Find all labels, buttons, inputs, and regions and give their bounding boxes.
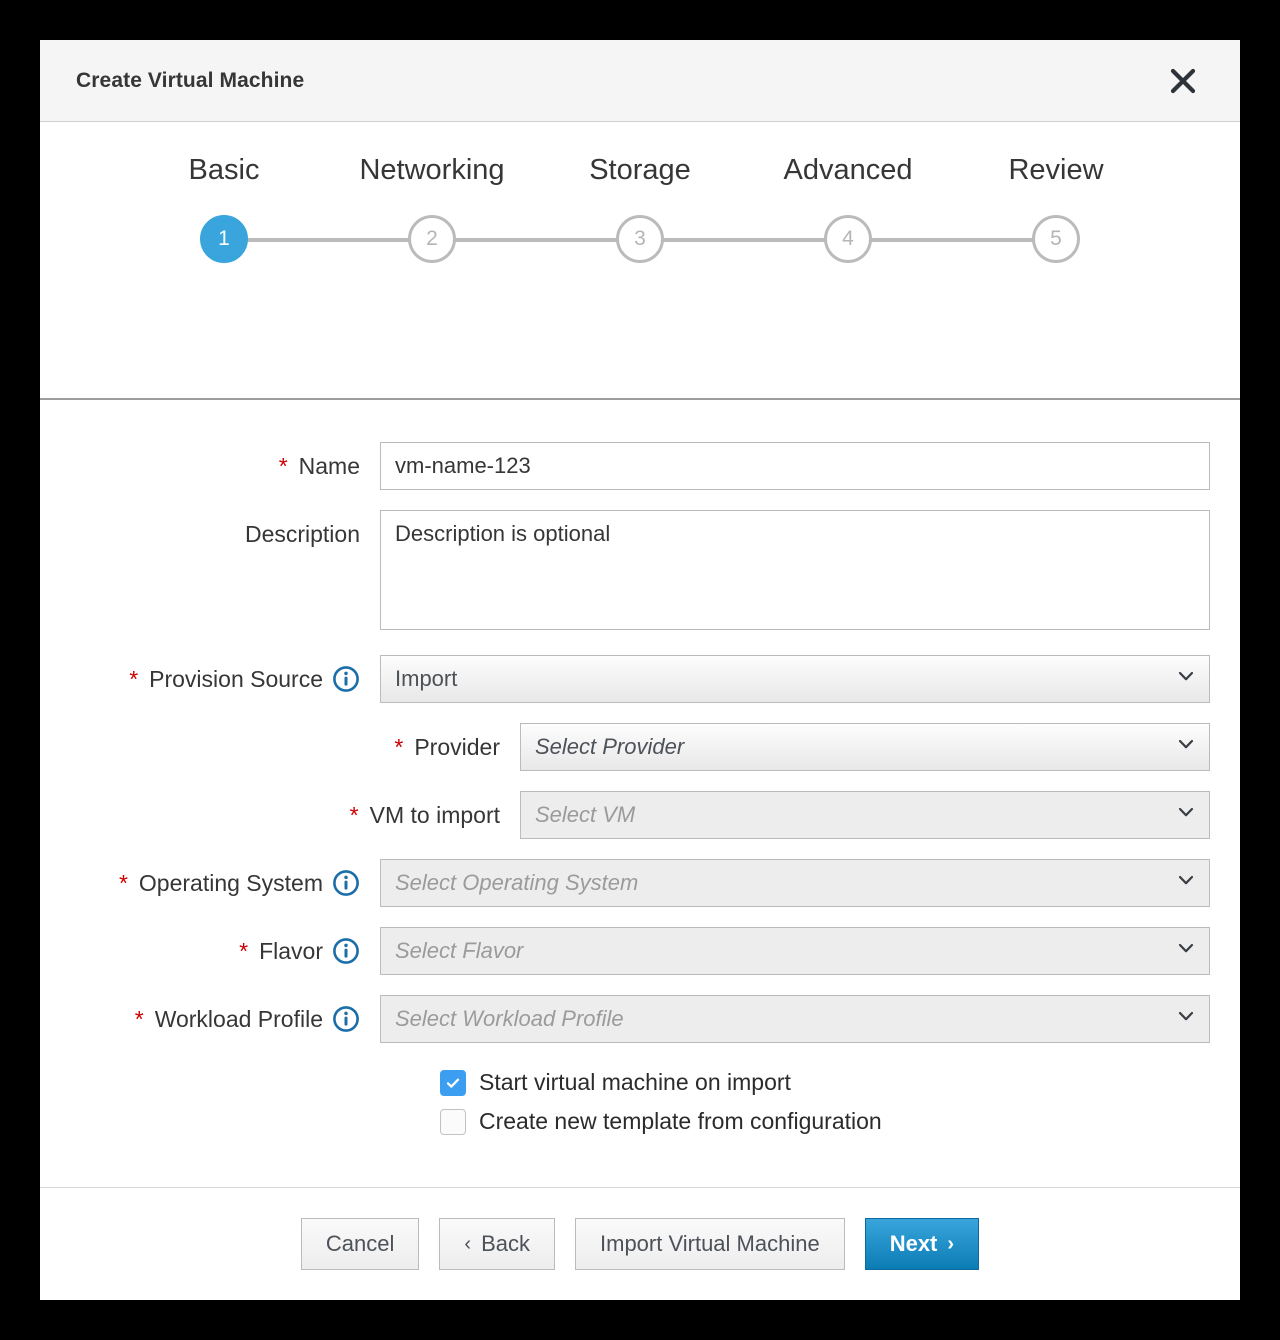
label-provider: * Provider — [40, 723, 520, 771]
label-workload-profile: * Workload Profile — [40, 995, 380, 1043]
create-new-template-checkbox[interactable] — [440, 1108, 466, 1135]
required-marker-vm-to-import: * — [349, 802, 359, 828]
info-icon-workload-profile[interactable] — [332, 1005, 360, 1033]
workload-profile-select[interactable]: Select Workload Profile — [380, 995, 1210, 1043]
wizard-step-dot-4[interactable]: 4 — [824, 215, 872, 263]
field-row-provision-source: * Provision Source Import — [40, 655, 1240, 703]
wizard-step-label-basic[interactable]: Basic — [120, 154, 328, 187]
workload-profile-value: Select Workload Profile — [395, 1006, 624, 1031]
chevron-down-icon — [1176, 938, 1196, 964]
label-workload-profile-text: Workload Profile — [154, 1006, 323, 1032]
label-vm-to-import-text: VM to import — [369, 802, 500, 828]
field-row-workload-profile: * Workload Profile Select Workload Profi… — [40, 995, 1240, 1043]
field-row-operating-system: * Operating System Select Operating Syst… — [40, 859, 1240, 907]
cancel-button-label: Cancel — [325, 1231, 395, 1256]
wizard-steps: Basic Networking Storage Advanced Review… — [40, 122, 1240, 400]
field-row-provider: * Provider Select Provider — [40, 723, 1240, 771]
import-virtual-machine-label: Import Virtual Machine — [600, 1231, 820, 1256]
wizard-step-label-review[interactable]: Review — [952, 154, 1160, 187]
modal-header: Create Virtual Machine — [40, 40, 1240, 122]
chevron-down-icon — [1176, 870, 1196, 896]
checkbox-row-start-vm-on-import[interactable]: Start virtual machine on import — [440, 1069, 1240, 1096]
start-vm-on-import-checkbox[interactable] — [440, 1069, 466, 1096]
chevron-right-icon: › — [947, 1233, 955, 1255]
form-body: * Name Description * Provision Source — [40, 400, 1240, 1187]
vm-to-import-value: Select VM — [535, 802, 636, 827]
start-vm-on-import-label: Start virtual machine on import — [479, 1069, 791, 1095]
chevron-down-icon — [1176, 666, 1196, 692]
chevron-down-icon — [1176, 1006, 1196, 1032]
label-name-text: Name — [298, 453, 360, 479]
check-icon — [446, 1078, 460, 1088]
provision-source-value: Import — [395, 666, 458, 691]
operating-system-select[interactable]: Select Operating System — [380, 859, 1210, 907]
provider-value: Select Provider — [535, 734, 685, 759]
create-new-template-label: Create new template from configuration — [479, 1108, 882, 1134]
back-button-label: Back — [481, 1231, 530, 1256]
info-icon-provision-source[interactable] — [332, 665, 360, 693]
checkbox-row-create-new-template[interactable]: Create new template from configuration — [440, 1108, 1240, 1135]
label-flavor: * Flavor — [40, 927, 380, 975]
operating-system-value: Select Operating System — [395, 870, 639, 895]
label-provision-source: * Provision Source — [40, 655, 380, 703]
chevron-left-icon: ‹ — [464, 1233, 472, 1255]
info-icon-flavor[interactable] — [332, 937, 360, 965]
label-provision-source-text: Provision Source — [149, 666, 323, 692]
wizard-step-dot-3[interactable]: 3 — [616, 215, 664, 263]
page-title: Create Virtual Machine — [76, 68, 305, 92]
flavor-select[interactable]: Select Flavor — [380, 927, 1210, 975]
label-vm-to-import: * VM to import — [40, 791, 520, 839]
label-provider-text: Provider — [414, 734, 500, 760]
label-flavor-text: Flavor — [259, 938, 323, 964]
wizard-progress-track: 1 2 3 4 5 — [120, 215, 1160, 263]
close-icon — [1168, 66, 1198, 96]
checkbox-group: Start virtual machine on import Create n… — [40, 1069, 1240, 1135]
wizard-step-dot-2[interactable]: 2 — [408, 215, 456, 263]
next-button-label: Next — [889, 1231, 938, 1256]
chevron-down-icon — [1176, 734, 1196, 760]
close-button[interactable] — [1162, 60, 1204, 102]
required-marker-workload-profile: * — [134, 1006, 144, 1032]
modal-footer: Cancel ‹ Back Import Virtual Machine Nex… — [40, 1187, 1240, 1300]
provision-source-select[interactable]: Import — [380, 655, 1210, 703]
label-description: Description — [40, 510, 380, 558]
field-row-vm-to-import: * VM to import Select VM — [40, 791, 1240, 839]
required-marker-operating-system: * — [118, 870, 128, 896]
description-textarea[interactable] — [380, 510, 1210, 630]
next-button[interactable]: Next › — [864, 1218, 980, 1270]
label-operating-system: * Operating System — [40, 859, 380, 907]
label-name: * Name — [40, 442, 380, 490]
flavor-value: Select Flavor — [395, 938, 524, 963]
create-vm-modal: Create Virtual Machine Basic Networking … — [40, 40, 1240, 1300]
required-marker-flavor: * — [239, 938, 249, 964]
vm-to-import-select[interactable]: Select VM — [520, 791, 1210, 839]
wizard-step-dot-5[interactable]: 5 — [1032, 215, 1080, 263]
label-operating-system-text: Operating System — [138, 870, 323, 896]
provider-select[interactable]: Select Provider — [520, 723, 1210, 771]
wizard-step-label-storage[interactable]: Storage — [536, 154, 744, 187]
wizard-step-label-networking[interactable]: Networking — [328, 154, 536, 187]
wizard-step-dot-1[interactable]: 1 — [200, 215, 248, 263]
label-description-text: Description — [244, 521, 360, 547]
field-row-flavor: * Flavor Select Flavor — [40, 927, 1240, 975]
name-input[interactable] — [380, 442, 1210, 490]
field-row-name: * Name — [40, 442, 1240, 490]
required-marker-name: * — [278, 453, 288, 479]
back-button[interactable]: ‹ Back — [439, 1218, 555, 1270]
cancel-button[interactable]: Cancel — [300, 1218, 420, 1270]
field-row-description: Description — [40, 510, 1240, 635]
wizard-step-labels: Basic Networking Storage Advanced Review — [40, 154, 1240, 187]
import-virtual-machine-button[interactable]: Import Virtual Machine — [575, 1218, 845, 1270]
chevron-down-icon — [1176, 802, 1196, 828]
wizard-step-label-advanced[interactable]: Advanced — [744, 154, 952, 187]
required-marker-provider: * — [394, 734, 404, 760]
info-icon-operating-system[interactable] — [332, 869, 360, 897]
required-marker-provision-source: * — [129, 666, 139, 692]
